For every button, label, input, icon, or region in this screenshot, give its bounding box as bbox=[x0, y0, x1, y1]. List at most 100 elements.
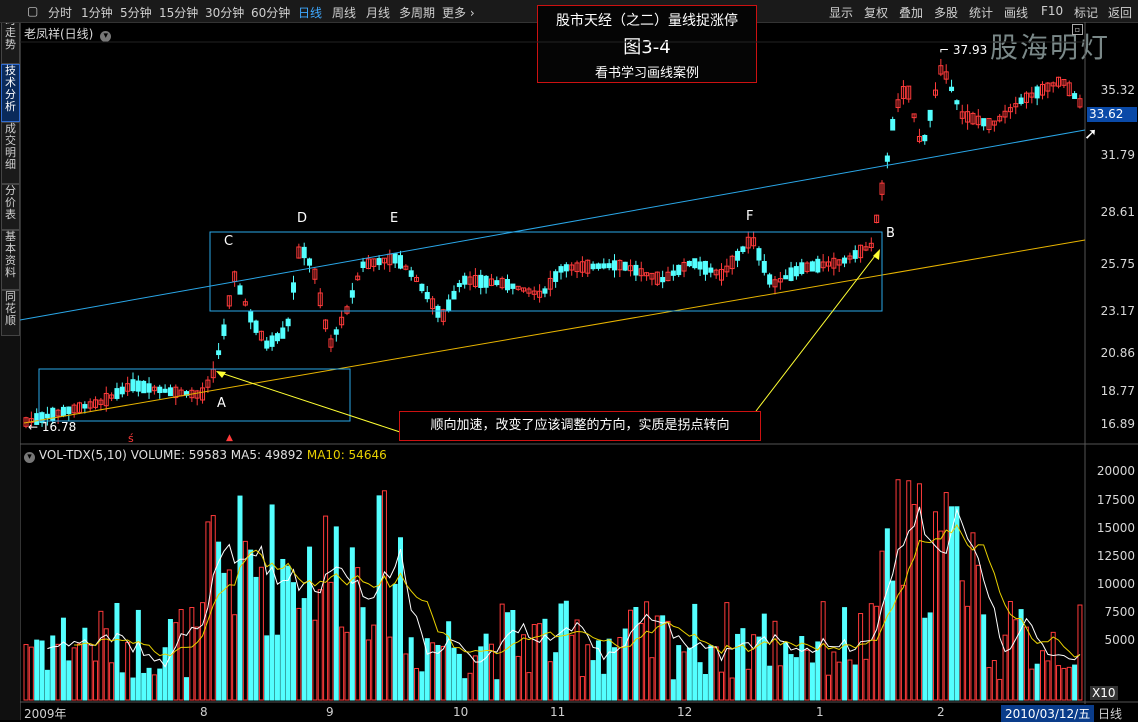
volume-bar bbox=[109, 662, 115, 701]
volume-bar bbox=[895, 479, 901, 701]
volume-bar bbox=[997, 678, 1003, 701]
last-price-tag: 33.62 bbox=[1087, 107, 1137, 122]
volume-bar bbox=[676, 645, 682, 701]
marker-e: E bbox=[390, 211, 399, 226]
volume-bar bbox=[23, 644, 29, 701]
volume-bar bbox=[146, 667, 152, 701]
volume-bar bbox=[135, 609, 141, 701]
volume-bar bbox=[71, 647, 77, 701]
candle bbox=[141, 380, 147, 394]
candle bbox=[799, 262, 805, 274]
mouse-cursor-icon: ➚ bbox=[1084, 124, 1098, 143]
candle bbox=[842, 257, 848, 264]
x-axis-label: 1 bbox=[816, 705, 824, 719]
volume-bar bbox=[847, 659, 853, 701]
volume-bar bbox=[1029, 668, 1035, 701]
kline-chart[interactable] bbox=[0, 0, 1138, 720]
candle bbox=[558, 266, 564, 273]
volume-bar bbox=[60, 617, 66, 701]
candle bbox=[793, 266, 799, 277]
volume-value: VOLUME: 59583 bbox=[130, 448, 227, 462]
volume-bar bbox=[697, 662, 703, 701]
candle bbox=[398, 255, 403, 269]
volume-bar bbox=[761, 613, 767, 701]
volume-bar bbox=[633, 606, 639, 701]
volume-bar bbox=[291, 582, 296, 701]
volume-bar bbox=[1002, 634, 1008, 701]
candle bbox=[740, 246, 746, 253]
volume-bar bbox=[842, 607, 848, 701]
price-axis-label: 18.77 bbox=[1100, 384, 1135, 398]
volume-bar bbox=[772, 620, 778, 701]
volume-bar bbox=[1066, 666, 1072, 701]
candle bbox=[702, 260, 708, 275]
volume-bar bbox=[157, 668, 163, 701]
volume-bar bbox=[852, 664, 858, 701]
volume-bar bbox=[178, 609, 184, 701]
volume-bar bbox=[34, 639, 40, 701]
volume-bar bbox=[1040, 650, 1045, 701]
candle bbox=[708, 267, 714, 273]
candle bbox=[333, 329, 339, 335]
candle bbox=[670, 270, 676, 276]
volume-bar bbox=[39, 640, 45, 701]
volume-bar bbox=[376, 495, 382, 701]
volume-bar bbox=[521, 634, 527, 701]
candle bbox=[66, 406, 72, 415]
volume-bar bbox=[943, 492, 949, 701]
price-axis-label: 16.89 bbox=[1100, 417, 1135, 431]
volume-bar bbox=[184, 677, 189, 701]
volume-bar bbox=[50, 635, 56, 701]
candle bbox=[542, 288, 548, 294]
volume-bar bbox=[612, 647, 617, 701]
volume-bar bbox=[98, 610, 104, 701]
period-button[interactable]: 日线 bbox=[1098, 705, 1122, 722]
volume-bar bbox=[799, 636, 805, 701]
volume-bar bbox=[868, 603, 874, 701]
volume-bar bbox=[965, 605, 971, 701]
arrow-head-b bbox=[873, 249, 880, 260]
candle bbox=[216, 350, 222, 356]
volume-bar bbox=[1050, 631, 1056, 701]
volume-bar bbox=[1045, 660, 1051, 701]
volume-bar bbox=[793, 657, 799, 701]
candle bbox=[392, 253, 398, 264]
volume-bar bbox=[751, 634, 757, 701]
candle bbox=[360, 261, 366, 269]
volume-bar bbox=[569, 634, 575, 701]
candle bbox=[633, 264, 639, 276]
volume-bar bbox=[526, 672, 532, 701]
candle bbox=[1018, 97, 1024, 104]
candle bbox=[676, 264, 682, 276]
volume-bar bbox=[221, 572, 227, 701]
marker-d: D bbox=[297, 211, 308, 226]
x-axis-label: 11 bbox=[550, 705, 566, 719]
volume-bar bbox=[702, 674, 708, 701]
candle bbox=[269, 335, 275, 347]
volume-bar bbox=[141, 672, 147, 701]
volume-bar bbox=[349, 547, 355, 701]
volume-bar bbox=[1056, 665, 1062, 701]
volume-bar bbox=[381, 490, 387, 701]
volume-bar bbox=[365, 639, 371, 701]
volume-bar bbox=[831, 651, 837, 701]
volume-bar bbox=[836, 661, 842, 701]
volume-bar bbox=[783, 641, 789, 701]
volume-bar bbox=[708, 645, 714, 701]
volume-bar bbox=[82, 627, 88, 701]
x-axis-label: 12 bbox=[677, 705, 693, 719]
volume-bar bbox=[649, 657, 655, 701]
volume-bar bbox=[28, 646, 34, 701]
candle bbox=[761, 261, 767, 273]
volume-bar bbox=[242, 540, 248, 701]
candle bbox=[660, 277, 666, 283]
candle bbox=[510, 283, 516, 289]
high-price-label: ⌐ 37.93 bbox=[939, 43, 988, 57]
candle bbox=[483, 275, 489, 288]
volume-bar bbox=[371, 624, 377, 701]
x-axis-label: 2 bbox=[937, 705, 945, 719]
chevron-down-icon[interactable]: ▾ bbox=[24, 452, 35, 463]
candle bbox=[553, 271, 559, 282]
arrow-line-a bbox=[217, 371, 401, 433]
volume-bar bbox=[991, 660, 997, 701]
